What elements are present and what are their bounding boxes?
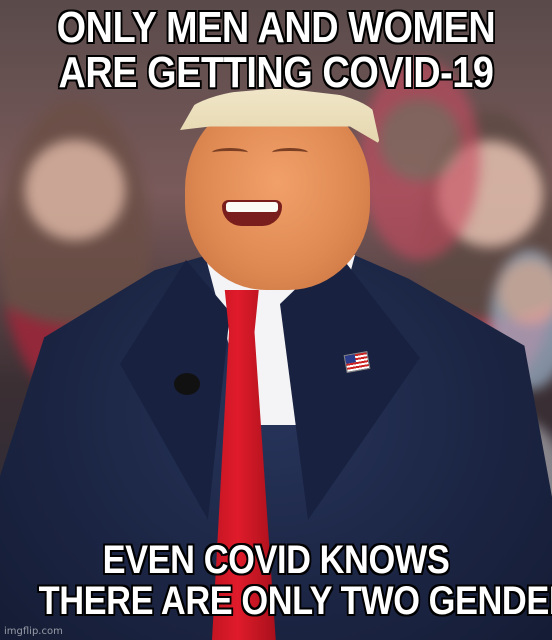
top-caption-line: ARE GETTING COVID-19	[58, 47, 494, 97]
bottom-caption: EVEN COVID KNOWS THERE ARE ONLY TWO GEND…	[38, 538, 552, 623]
bottom-caption-line: EVEN COVID KNOWS	[102, 538, 450, 582]
closed-eye	[212, 148, 248, 157]
teeth	[226, 202, 278, 212]
top-caption: ONLY MEN AND WOMEN ARE GETTING COVID-19	[39, 3, 514, 97]
microphone-icon	[174, 373, 200, 395]
meme-image: ONLY MEN AND WOMEN ARE GETTING COVID-19 …	[0, 0, 552, 640]
top-caption-line: ONLY MEN AND WOMEN	[56, 3, 496, 52]
watermark: imgflip.com	[4, 626, 63, 637]
open-mouth	[222, 200, 282, 226]
closed-eye	[272, 148, 308, 157]
bottom-caption-line: THERE ARE ONLY TWO GENDERS	[38, 578, 552, 623]
